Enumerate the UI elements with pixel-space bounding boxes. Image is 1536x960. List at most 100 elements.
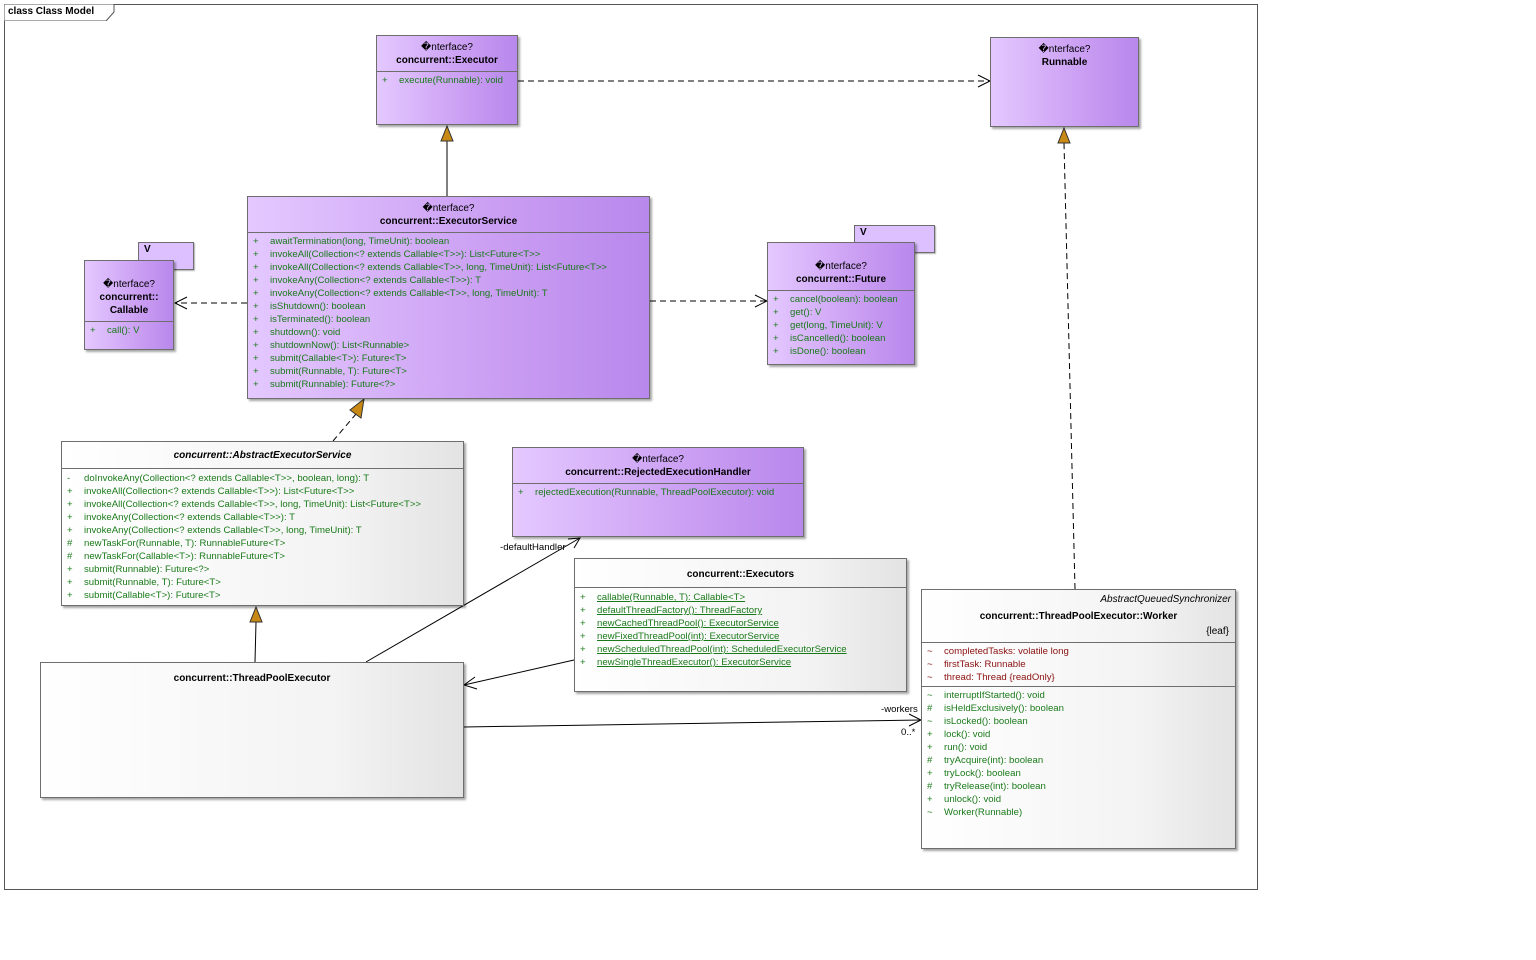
visibility-marker: + [67, 499, 73, 510]
operation-row: + shutdownNow(): List<Runnable> [248, 339, 649, 352]
operation-signature: tryAcquire(int): boolean [944, 755, 1044, 766]
operation-row: + isTerminated(): boolean [248, 313, 649, 326]
operation-signature: awaitTermination(long, TimeUnit): boolea… [270, 236, 450, 247]
operation-row: ~ Worker(Runnable) [922, 806, 1235, 819]
visibility-marker: + [580, 605, 586, 616]
attribute-signature: completedTasks: volatile long [944, 646, 1069, 657]
executors-class[interactable]: concurrent::Executors + callable(Runnable… [574, 558, 907, 692]
visibility-marker: + [67, 577, 73, 588]
operation-signature: shutdown(): void [270, 327, 341, 338]
operations-compartment: + awaitTermination(long, TimeUnit): boole… [248, 232, 649, 391]
operation-row: # newTaskFor(Runnable, T): RunnableFuture… [62, 537, 463, 550]
class-name: concurrent::ThreadPoolExecutor [173, 673, 331, 684]
operation-signature: newTaskFor(Runnable, T): RunnableFuture<… [84, 538, 286, 549]
class-name-line2: Callable [109, 305, 149, 316]
executor-service-interface[interactable]: �nterface? concurrent::ExecutorService +… [247, 196, 650, 399]
runnable-interface[interactable]: �nterface? Runnable [990, 37, 1139, 127]
visibility-marker: + [580, 644, 586, 655]
generalization-arrowhead-runnable [1057, 126, 1071, 144]
operation-row: + lock(): void [922, 728, 1235, 741]
worker-class[interactable]: AbstractQueuedSynchronizer concurrent::T… [921, 589, 1236, 849]
operation-signature: defaultThreadFactory(): ThreadFactory [597, 605, 763, 616]
rejected-execution-handler-interface[interactable]: �nterface? concurrent::RejectedExecution… [512, 447, 804, 537]
interface-stereotype: �nterface? [632, 454, 684, 465]
operation-row: ~ isLocked(): boolean [922, 715, 1235, 728]
operation-signature: newSingleThreadExecutor(): ExecutorServi… [597, 657, 792, 668]
visibility-marker: ~ [927, 646, 933, 657]
operation-row: + call(): V [90, 325, 140, 336]
operation-signature: isHeldExclusively(): boolean [944, 703, 1064, 714]
visibility-marker: + [580, 618, 586, 629]
visibility-marker: - [67, 473, 71, 484]
visibility-marker: + [580, 657, 586, 668]
visibility-marker: ~ [927, 690, 933, 701]
operation-row: + execute(Runnable): void [382, 75, 503, 86]
operation-signature: newFixedThreadPool(int): ExecutorService [597, 631, 780, 642]
class-name: concurrent::Executors [686, 569, 795, 580]
interface-stereotype: �nterface? [422, 203, 475, 214]
operation-signature: isLocked(): boolean [944, 716, 1028, 727]
operation-row: + isShutdown(): boolean [248, 300, 649, 313]
callable-interface[interactable]: �nterface? concurrent:: Callable + call()… [84, 260, 174, 350]
operation-signature: invokeAll(Collection<? extends Callable<… [84, 499, 422, 510]
operation-row: + invokeAny(Collection<? extends Callable… [62, 511, 463, 524]
visibility-marker: + [67, 486, 73, 497]
thread-pool-executor-class[interactable]: concurrent::ThreadPoolExecutor [40, 662, 464, 798]
operation-signature: invokeAny(Collection<? extends Callable<… [270, 288, 548, 299]
worker-realizes-runnable-line [1063, 142, 1076, 590]
operation-signature: lock(): void [944, 729, 991, 740]
operation-signature: get(long, TimeUnit): V [790, 320, 883, 331]
operation-row: + newScheduledThreadPool(int): ScheduledE… [575, 643, 906, 656]
future-interface[interactable]: �nterface? concurrent::Future + cancel(bo… [767, 242, 915, 365]
operation-signature: interruptIfStarted(): void [944, 690, 1045, 701]
visibility-marker: + [927, 768, 933, 779]
operation-row: + rejectedExecution(Runnable, ThreadPoolE… [518, 487, 775, 498]
visibility-marker: + [253, 340, 259, 351]
operation-signature: invokeAll(Collection<? extends Callable<… [270, 262, 608, 273]
visibility-marker: + [253, 353, 259, 364]
template-parameter: V [860, 227, 867, 238]
operation-row: + invokeAny(Collection<? extends Callable… [248, 274, 649, 287]
operation-signature: isShutdown(): boolean [270, 301, 366, 312]
class-name: concurrent::Future [796, 274, 886, 285]
visibility-marker: + [253, 236, 259, 247]
operation-row: + invokeAll(Collection<? extends Callable… [248, 248, 649, 261]
visibility-marker: + [580, 631, 586, 642]
operation-signature: submit(Callable<T>): Future<T> [270, 353, 407, 364]
visibility-marker: + [253, 249, 259, 260]
visibility-marker: + [927, 742, 933, 753]
default-handler-role-label: -defaultHandler [500, 542, 566, 553]
visibility-marker: + [927, 794, 933, 805]
visibility-marker: + [253, 275, 259, 286]
executor-interface[interactable]: �nterface? concurrent::Executor + execute… [376, 35, 518, 125]
operation-signature: invokeAny(Collection<? extends Callable<… [84, 525, 362, 536]
operation-signature: shutdownNow(): List<Runnable> [270, 340, 410, 351]
operation-signature: submit(Callable<T>): Future<T> [84, 590, 221, 601]
abstract-executor-service-class[interactable]: concurrent::AbstractExecutorService - doI… [61, 441, 464, 606]
operation-row: # tryAcquire(int): boolean [922, 754, 1235, 767]
operation-row: ~ interruptIfStarted(): void [922, 689, 1235, 702]
operation-row: + newCachedThreadPool(): ExecutorService [575, 617, 906, 630]
operation-signature: submit(Runnable): Future<?> [270, 379, 396, 390]
visibility-marker: + [67, 512, 73, 523]
operation-row: + newSingleThreadExecutor(): ExecutorServ… [575, 656, 906, 669]
operation-signature: doInvokeAny(Collection<? extends Callabl… [84, 473, 370, 484]
interface-stereotype: �nterface? [103, 279, 155, 290]
template-parameter: V [144, 244, 151, 255]
visibility-marker: + [773, 320, 779, 331]
operation-signature: isCancelled(): boolean [790, 333, 886, 344]
visibility-marker: + [253, 288, 259, 299]
operation-signature: invokeAny(Collection<? extends Callable<… [270, 275, 482, 286]
operation-row: + invokeAny(Collection<? extends Callable… [248, 287, 649, 300]
operation-row: + get(long, TimeUnit): V [768, 319, 914, 332]
attribute-row: ~ thread: Thread {readOnly} [922, 671, 1235, 684]
visibility-marker: + [253, 327, 259, 338]
operation-signature: Worker(Runnable) [944, 807, 1023, 818]
visibility-marker: + [773, 294, 779, 305]
operation-row: + get(): V [768, 306, 914, 319]
class-name: concurrent::ThreadPoolExecutor::Worker [979, 611, 1178, 622]
attribute-row: ~ completedTasks: volatile long [922, 645, 1235, 658]
attributes-compartment: ~ completedTasks: volatile long ~ firstTask… [922, 642, 1235, 686]
visibility-marker: + [773, 333, 779, 344]
visibility-marker: + [67, 590, 73, 601]
